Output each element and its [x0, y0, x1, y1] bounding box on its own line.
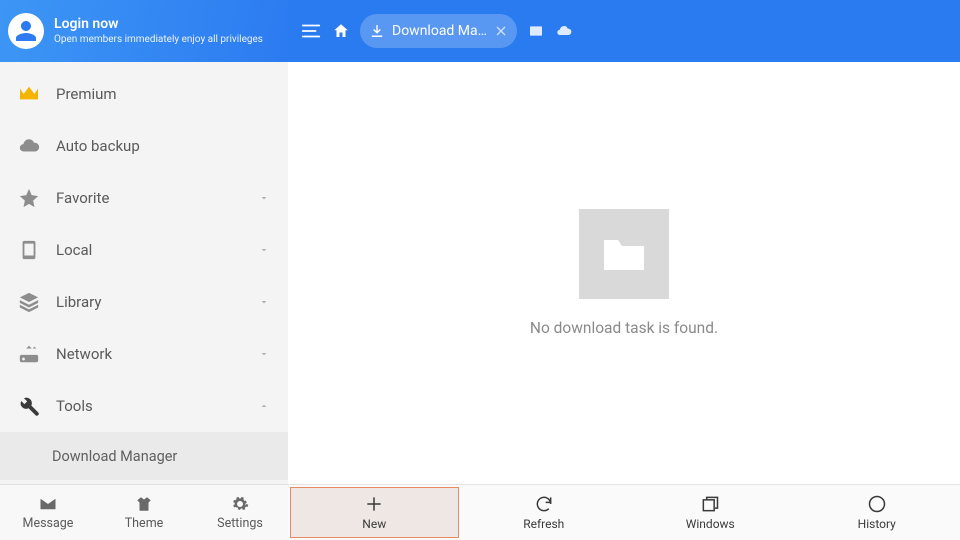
sidebar-item-label: Auto backup — [56, 137, 140, 155]
menu-icon[interactable] — [300, 20, 322, 42]
envelope-icon — [39, 495, 57, 513]
sidebar-bottom-bar: Message Theme Settings — [0, 484, 288, 540]
layers-icon — [18, 291, 40, 313]
tab-label: Download Ma… — [392, 23, 487, 39]
windows-icon — [700, 494, 720, 514]
content-area: No download task is found. — [288, 62, 960, 484]
sidebar-item-network[interactable]: Network — [0, 328, 288, 380]
sidebar-bottom-message[interactable]: Message — [0, 485, 96, 540]
chevron-down-icon — [258, 345, 270, 364]
router-icon — [18, 343, 40, 365]
empty-folder-icon — [579, 209, 669, 299]
label: Theme — [125, 516, 164, 531]
sidebar-item-label: Favorite — [56, 189, 109, 207]
plus-icon — [364, 494, 384, 514]
sidebar-bottom-settings[interactable]: Settings — [192, 485, 288, 540]
person-icon — [14, 19, 38, 43]
login-text: Login now Open members immediately enjoy… — [54, 17, 263, 45]
sidebar: Login now Open members immediately enjoy… — [0, 0, 288, 540]
chevron-up-icon — [258, 397, 270, 416]
wrench-icon — [18, 395, 40, 417]
sidebar-subitem-label: Download Manager — [52, 448, 177, 465]
sidebar-item-library[interactable]: Library — [0, 276, 288, 328]
shirt-icon — [135, 495, 153, 513]
bottom-action-windows[interactable]: Windows — [627, 485, 794, 540]
phone-icon — [18, 239, 40, 261]
main-bottom-bar: New Refresh Windows History — [288, 484, 960, 540]
star-icon — [18, 187, 40, 209]
sidebar-item-premium[interactable]: Premium — [0, 68, 288, 120]
crown-icon — [18, 83, 40, 105]
sidebar-item-label: Library — [56, 293, 101, 311]
download-arrow-icon — [370, 24, 384, 38]
close-icon[interactable] — [493, 23, 509, 39]
label: New — [362, 517, 386, 531]
cloud-backup-icon — [18, 135, 40, 157]
label: Settings — [217, 516, 263, 531]
clock-icon — [867, 494, 887, 514]
sidebar-item-label: Network — [56, 345, 112, 363]
chevron-down-icon — [258, 241, 270, 260]
gear-icon — [231, 495, 249, 513]
window-icon[interactable] — [527, 23, 545, 39]
sidebar-item-label: Tools — [56, 397, 93, 415]
home-icon[interactable] — [332, 22, 350, 40]
main: Download Ma… No download task is found. … — [288, 0, 960, 540]
sidebar-item-local[interactable]: Local — [0, 224, 288, 276]
empty-state-text: No download task is found. — [530, 319, 718, 337]
label: History — [858, 517, 896, 531]
tab-download-manager[interactable]: Download Ma… — [360, 14, 517, 48]
login-banner[interactable]: Login now Open members immediately enjoy… — [0, 0, 288, 62]
cloud-icon[interactable] — [555, 23, 573, 39]
sidebar-item-label: Premium — [56, 85, 117, 103]
sidebar-subitem-download-manager[interactable]: Download Manager — [0, 432, 288, 480]
sidebar-item-autobackup[interactable]: Auto backup — [0, 120, 288, 172]
sidebar-bottom-theme[interactable]: Theme — [96, 485, 192, 540]
login-subtitle: Open members immediately enjoy all privi… — [54, 34, 263, 45]
sidebar-item-label: Local — [56, 241, 92, 259]
chevron-down-icon — [258, 293, 270, 312]
label: Windows — [686, 517, 735, 531]
label: Refresh — [523, 517, 564, 531]
refresh-icon — [534, 494, 554, 514]
sidebar-item-favorite[interactable]: Favorite — [0, 172, 288, 224]
sidebar-nav: Premium Auto backup Favorite Local — [0, 62, 288, 484]
avatar — [8, 13, 44, 49]
bottom-action-refresh[interactable]: Refresh — [461, 485, 628, 540]
bottom-action-history[interactable]: History — [794, 485, 960, 540]
login-title: Login now — [54, 17, 263, 32]
bottom-action-new[interactable]: New — [290, 487, 459, 538]
topbar: Download Ma… — [288, 0, 960, 62]
label: Message — [23, 516, 74, 531]
sidebar-item-tools[interactable]: Tools — [0, 380, 288, 432]
chevron-down-icon — [258, 189, 270, 208]
